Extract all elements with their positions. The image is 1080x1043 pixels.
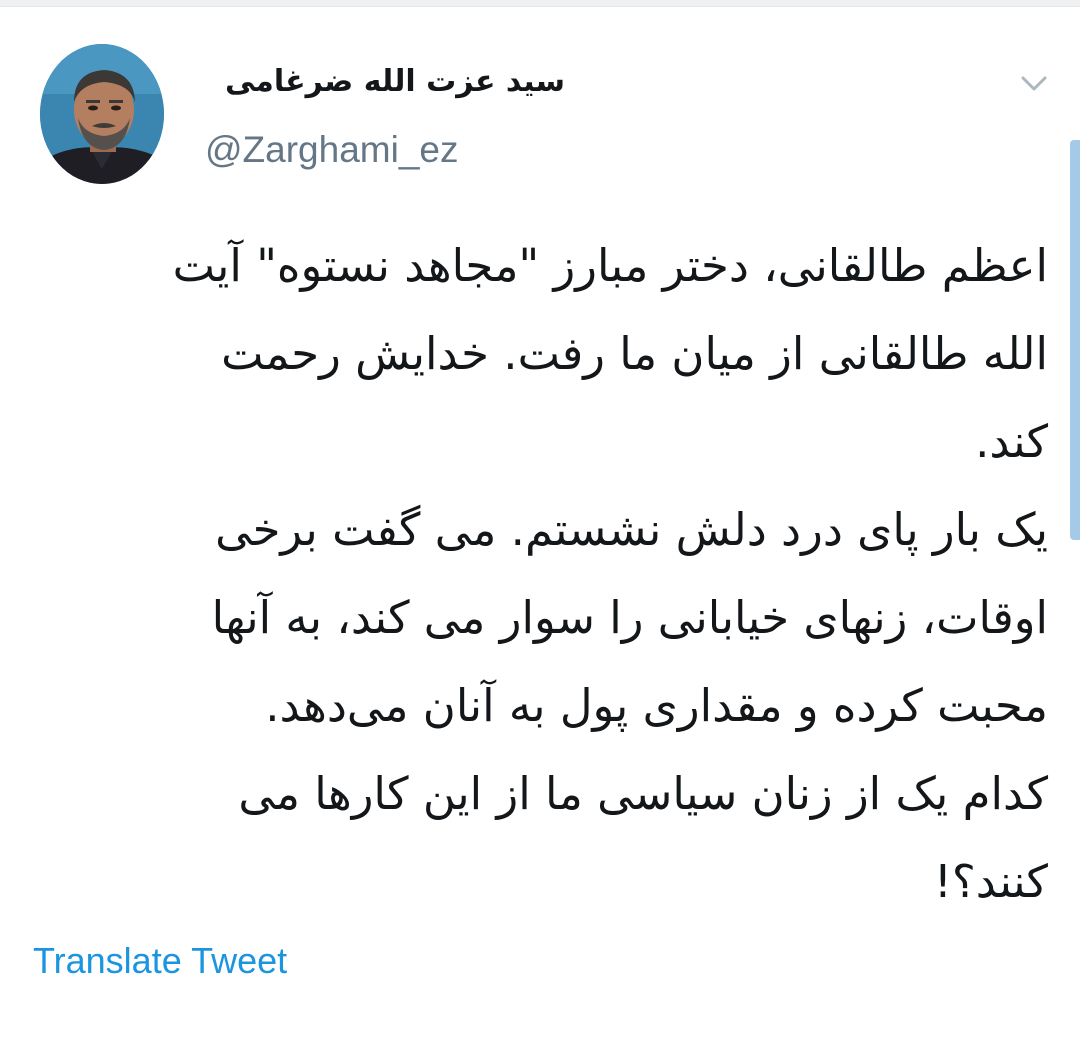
author-handle[interactable]: @Zarghami_ez [205, 125, 459, 175]
tweet-text-line: کنند؟! [933, 855, 1048, 908]
avatar-portrait-image [40, 44, 164, 184]
top-divider [0, 0, 1080, 7]
chevron-down-icon[interactable] [1014, 63, 1054, 103]
tweet-text-line: اوقات، زنهای خیابانی را سوار می کند، به … [211, 591, 1048, 644]
author-avatar[interactable] [40, 44, 164, 184]
tweet-text-line: محبت کرده و مقداری پول به آنان می‌دهد. [265, 679, 1048, 732]
author-display-name[interactable]: سید عزت الله ضرغامی [205, 57, 565, 107]
tweet-text-line: کدام یک از زنان سیاسی ما از این کارها می [238, 767, 1048, 820]
tweet-text-line: الله طالقانی از میان ما رفت. خدایش رحمت [221, 327, 1048, 380]
tweet-card: سید عزت الله ضرغامی @Zarghami_ez اعظم طا… [0, 7, 1080, 1043]
translate-tweet-link[interactable]: Translate Tweet [33, 937, 287, 985]
tweet-text-line: اعظم طالقانی، دختر مبارز "مجاهد نستوه" آ… [172, 239, 1048, 292]
tweet-text-line: کند. [975, 415, 1048, 468]
tweet-text-line: یک بار پای درد دلش نشستم. می گفت برخی [215, 503, 1048, 556]
tweet-text: اعظم طالقانی، دختر مبارز "مجاهد نستوه" آ… [40, 222, 1048, 926]
scrollbar[interactable] [1070, 140, 1080, 540]
